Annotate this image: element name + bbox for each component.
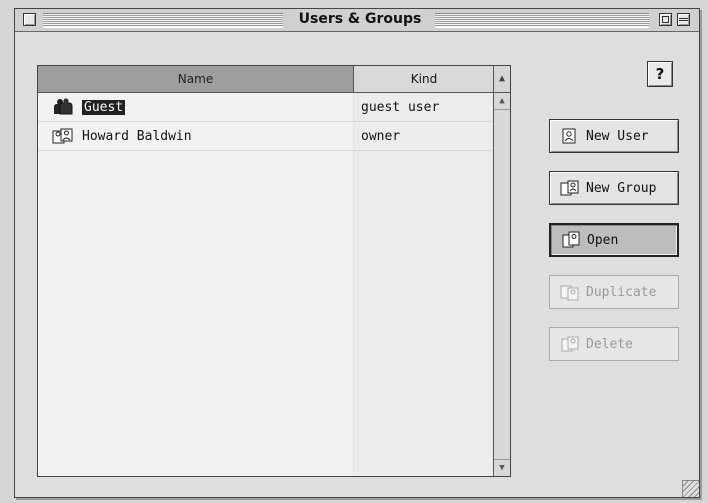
new-group-icon [560, 179, 580, 197]
zoom-box-icon[interactable] [659, 13, 672, 26]
duplicate-icon [560, 283, 580, 301]
open-button[interactable]: Open [549, 223, 679, 257]
close-box-icon[interactable] [23, 13, 36, 26]
users-groups-window: Users & Groups Name Kind ▲ Guest guest u… [14, 8, 700, 498]
new-user-icon [560, 127, 580, 145]
new-user-label: New User [586, 128, 649, 144]
delete-icon [560, 335, 580, 353]
list-header: Name Kind [38, 66, 494, 93]
list-item[interactable]: Guest guest user [38, 93, 494, 122]
user-kind: owner [361, 128, 401, 144]
open-icon [561, 231, 581, 249]
new-group-label: New Group [586, 180, 657, 196]
delete-label: Delete [586, 336, 633, 352]
vertical-scrollbar[interactable]: ▲ ▼ [493, 93, 510, 476]
open-label: Open [587, 232, 619, 248]
list-item[interactable]: Howard Baldwin owner [38, 122, 494, 151]
help-button[interactable]: ? [647, 61, 673, 87]
column-header-kind[interactable]: Kind [354, 66, 494, 92]
title-bar-stripes [435, 13, 649, 28]
new-user-button[interactable]: New User [549, 119, 679, 153]
users-list: Name Kind ▲ Guest guest user Howard Bald… [37, 65, 511, 477]
user-kind: guest user [361, 99, 440, 115]
resize-grip-icon[interactable] [682, 480, 699, 497]
duplicate-label: Duplicate [586, 284, 657, 300]
delete-button[interactable]: Delete [549, 327, 679, 361]
new-group-button[interactable]: New Group [549, 171, 679, 205]
scroll-up-arrow-icon[interactable]: ▲ [494, 93, 510, 110]
title-bar-stripes [43, 13, 283, 28]
collapse-box-icon[interactable] [677, 13, 690, 26]
scroll-down-arrow-icon[interactable]: ▼ [494, 459, 510, 476]
sort-direction-icon[interactable]: ▲ [493, 66, 510, 93]
user-name: Howard Baldwin [82, 128, 192, 144]
list-rows: Guest guest user Howard Baldwin owner [38, 93, 494, 476]
column-header-name[interactable]: Name [38, 66, 354, 92]
owner-user-icon [50, 127, 76, 145]
duplicate-button[interactable]: Duplicate [549, 275, 679, 309]
title-bar[interactable]: Users & Groups [15, 9, 699, 32]
user-name: Guest [82, 99, 126, 115]
window-title: Users & Groups [298, 11, 422, 27]
guest-user-icon [50, 98, 76, 116]
